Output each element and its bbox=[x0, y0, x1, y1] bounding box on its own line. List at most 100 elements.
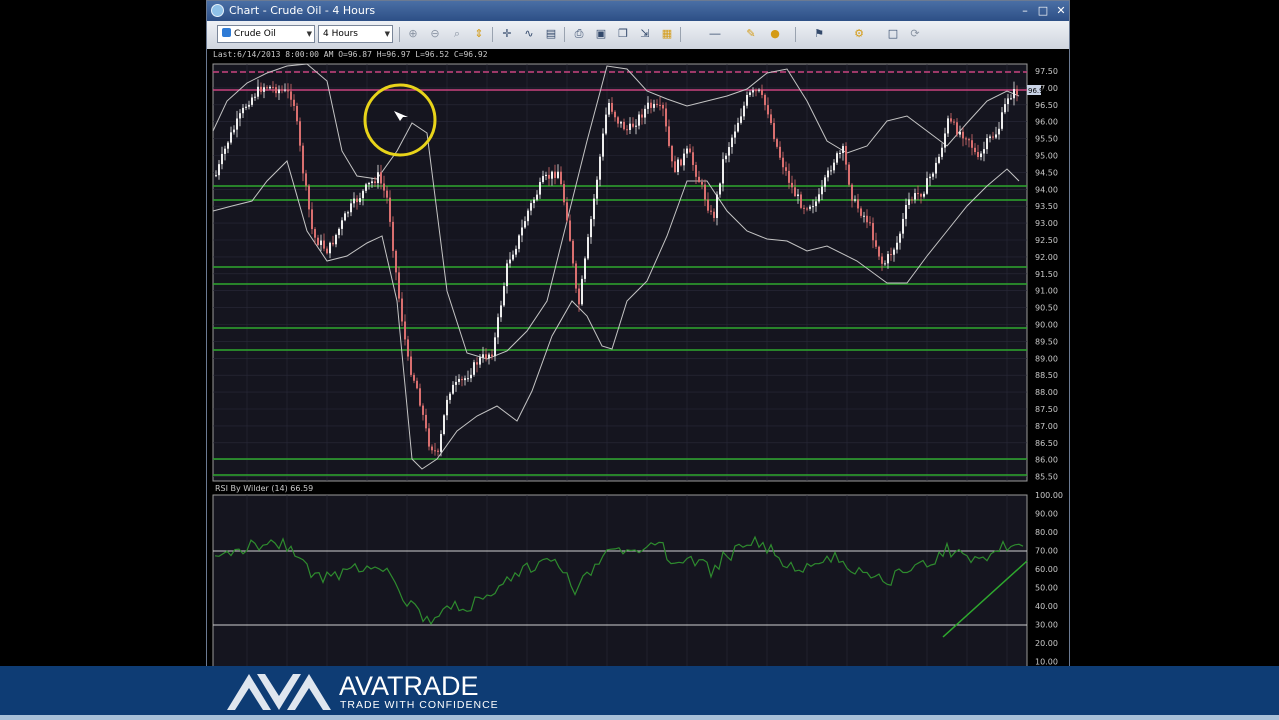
zoom-fit-icon[interactable]: ⌕ bbox=[449, 26, 465, 42]
candle-body bbox=[740, 116, 742, 123]
candle-body bbox=[236, 118, 238, 130]
candle-body bbox=[539, 182, 541, 195]
candle-body bbox=[956, 122, 958, 135]
toolbar-separator bbox=[795, 27, 796, 42]
symbol-select[interactable]: Crude Oil ▼ bbox=[217, 25, 315, 43]
chart-canvas[interactable]: 97.5097.0096.5096.0095.5095.0094.5094.00… bbox=[207, 61, 1069, 668]
minimize-button[interactable]: – bbox=[1017, 3, 1033, 19]
timeframe-value: 4 Hours bbox=[323, 29, 358, 39]
rsi-tick-label: 80.00 bbox=[1035, 528, 1058, 537]
candle-body bbox=[827, 170, 829, 178]
settings-icon[interactable]: ⚙ bbox=[851, 26, 867, 42]
candle-body bbox=[221, 153, 223, 165]
candle-body bbox=[869, 222, 871, 224]
candle-body bbox=[251, 97, 253, 105]
candle-body bbox=[419, 388, 421, 406]
candle-body bbox=[974, 147, 976, 152]
chevron-down-icon: ▼ bbox=[384, 30, 390, 38]
close-button[interactable]: ✕ bbox=[1053, 3, 1069, 19]
candle-body bbox=[794, 187, 796, 197]
candle-body bbox=[611, 102, 613, 112]
candle-body bbox=[458, 378, 460, 382]
save-icon[interactable]: ▣ bbox=[593, 26, 609, 42]
candle-body bbox=[578, 288, 580, 305]
candle-body bbox=[224, 148, 226, 154]
candle-body bbox=[851, 184, 853, 201]
candle-body bbox=[941, 147, 943, 157]
price-tick-label: 86.00 bbox=[1035, 456, 1058, 465]
price-tick-label: 97.50 bbox=[1035, 67, 1058, 76]
candle-body bbox=[479, 357, 481, 365]
print-icon[interactable]: ⎙ bbox=[571, 26, 587, 42]
candle-body bbox=[395, 250, 397, 273]
candle-body bbox=[713, 211, 715, 218]
candle-body bbox=[284, 89, 286, 91]
image-icon[interactable]: ▦ bbox=[659, 26, 675, 42]
candle-body bbox=[470, 374, 472, 379]
timeframe-select[interactable]: 4 Hours ▼ bbox=[318, 25, 393, 43]
candle-body bbox=[272, 86, 274, 88]
candle-body bbox=[350, 203, 352, 213]
candle-body bbox=[674, 161, 676, 173]
candle-body bbox=[563, 184, 565, 203]
rsi-panel[interactable] bbox=[212, 494, 1028, 668]
color-icon[interactable]: ● bbox=[767, 26, 783, 42]
candle-body bbox=[329, 242, 331, 254]
indicators-icon[interactable]: ∿ bbox=[521, 26, 537, 42]
candle-body bbox=[923, 193, 925, 197]
crosshair-icon[interactable]: ✛ bbox=[499, 26, 515, 42]
candle-body bbox=[587, 237, 589, 259]
candle-body bbox=[290, 91, 292, 100]
candle-body bbox=[371, 181, 373, 184]
candle-body bbox=[218, 164, 220, 176]
price-tick-label: 91.50 bbox=[1035, 270, 1058, 279]
objects-icon[interactable]: ⚑ bbox=[811, 26, 827, 42]
cursor-icon[interactable]: ⇕ bbox=[471, 26, 487, 42]
chart-area[interactable]: 97.50 97.00 96.50 96.00 95.50 95.00 94.50 94.00… bbox=[207, 61, 1069, 667]
candle-body bbox=[680, 159, 682, 166]
copy-icon[interactable]: ❐ bbox=[615, 26, 631, 42]
candle-body bbox=[752, 90, 754, 93]
app-icon bbox=[211, 4, 224, 17]
price-tick-label: 94.50 bbox=[1035, 168, 1058, 177]
candle-body bbox=[344, 213, 346, 221]
candle-body bbox=[788, 170, 790, 183]
candle-body bbox=[1010, 98, 1012, 100]
candle-body bbox=[779, 146, 781, 158]
draw-icon[interactable]: ✎ bbox=[743, 26, 759, 42]
zoom-in-icon[interactable]: ⊕ bbox=[405, 26, 421, 42]
candle-body bbox=[770, 114, 772, 124]
candle-body bbox=[1004, 104, 1006, 113]
candle-body bbox=[653, 103, 655, 108]
candle-body bbox=[902, 218, 904, 234]
price-tick-label: 89.00 bbox=[1035, 354, 1058, 363]
candle-body bbox=[278, 89, 280, 94]
templates-icon[interactable]: ▤ bbox=[543, 26, 559, 42]
candle-body bbox=[683, 153, 685, 166]
zoom-out-icon[interactable]: ⊖ bbox=[427, 26, 443, 42]
candle-body bbox=[500, 305, 502, 318]
candle-body bbox=[950, 118, 952, 122]
candle-body bbox=[377, 172, 379, 184]
candle-body bbox=[461, 378, 463, 381]
candle-body bbox=[878, 246, 880, 257]
candle-body bbox=[635, 125, 637, 127]
instrument-icon bbox=[222, 28, 231, 37]
candle-body bbox=[821, 186, 823, 195]
candle-body bbox=[398, 272, 400, 299]
candle-body bbox=[662, 105, 664, 109]
candle-body bbox=[533, 199, 535, 204]
maximize-button[interactable]: □ bbox=[1035, 3, 1051, 19]
line-style-icon[interactable]: ― bbox=[707, 26, 723, 42]
candle-body bbox=[536, 194, 538, 200]
export-icon[interactable]: ⇲ bbox=[637, 26, 653, 42]
candle-body bbox=[389, 197, 391, 222]
candle-body bbox=[263, 87, 265, 92]
price-panel[interactable] bbox=[212, 63, 1028, 482]
candle-body bbox=[872, 222, 874, 241]
candle-body bbox=[812, 206, 814, 208]
title-bar[interactable]: Chart - Crude Oil - 4 Hours – □ ✕ bbox=[207, 1, 1069, 21]
chart-window: Chart - Crude Oil - 4 Hours – □ ✕ Crude … bbox=[206, 0, 1070, 668]
tile-icon[interactable]: □ bbox=[885, 26, 901, 42]
refresh-icon[interactable]: ⟳ bbox=[907, 26, 923, 42]
